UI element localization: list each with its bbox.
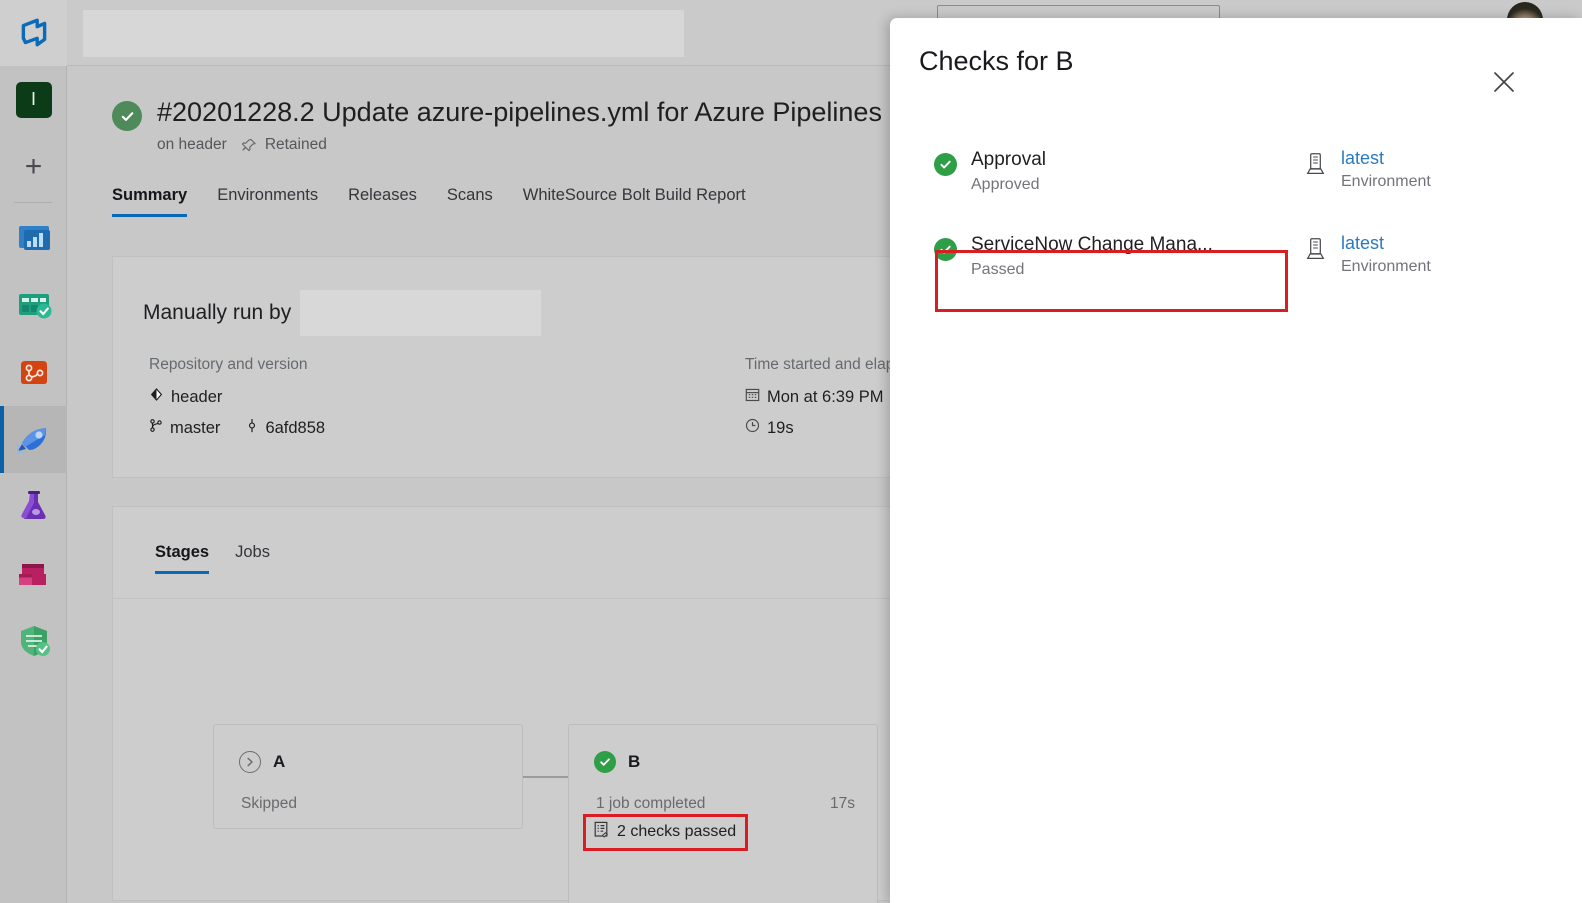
check-circle-icon: [594, 751, 616, 773]
project-initial: I: [15, 81, 52, 118]
environment-type: Environment: [1341, 173, 1431, 191]
repository-column-label: Repository and version: [149, 356, 308, 373]
sidebar-item-overview[interactable]: [0, 205, 67, 272]
create-new-button[interactable]: +: [0, 133, 67, 200]
tab-whitesource-bolt-build-report[interactable]: WhiteSource Bolt Build Report: [523, 186, 746, 217]
project-badge[interactable]: I: [0, 66, 67, 133]
environment-server-icon: [1305, 231, 1326, 266]
close-button[interactable]: [1482, 60, 1526, 104]
sidebar-item-artifacts[interactable]: [0, 540, 67, 607]
commit-icon: [246, 418, 258, 438]
environment-link[interactable]: latest: [1341, 231, 1431, 256]
manual-run-user: [300, 290, 542, 336]
stage-connector: [523, 776, 568, 778]
sidebar-item-advanced-security[interactable]: [0, 607, 67, 674]
checks-passed-badge[interactable]: 2 checks passed: [583, 814, 749, 851]
page-tabs: Summary Environments Releases Scans Whit…: [112, 186, 746, 217]
check-row[interactable]: ServiceNow Change Mana... Passed latest …: [890, 231, 1582, 295]
run-status-icon: [112, 101, 142, 131]
checks-passed-label: 2 checks passed: [617, 823, 737, 840]
run-subtitle: on header Retained: [157, 136, 327, 154]
version-value: master 6afd858: [149, 418, 344, 438]
stage-card-a[interactable]: A Skipped: [213, 724, 523, 829]
tab-stages[interactable]: Stages: [155, 543, 210, 574]
sidebar-item-pipelines[interactable]: [0, 406, 67, 473]
retained-label: Retained: [264, 136, 327, 153]
tab-scans[interactable]: Scans: [447, 186, 493, 217]
stage-b-header: B: [594, 751, 640, 773]
environment-server-icon: [1305, 146, 1326, 181]
check-resource: latest Environment: [1305, 231, 1431, 276]
check-circle-icon: [121, 111, 133, 121]
checks-flyout-panel: Checks for B Approval Approved latest En…: [890, 18, 1582, 903]
check-state: Approved: [971, 175, 1040, 193]
calendar-icon: [745, 387, 760, 407]
tab-releases[interactable]: Releases: [348, 186, 417, 217]
stage-a-header: A: [239, 751, 285, 773]
artifacts-icon: [18, 563, 46, 585]
shield-check-icon: [20, 625, 50, 656]
environment-link[interactable]: latest: [1341, 146, 1431, 171]
azure-devops-logo-icon: [21, 18, 46, 47]
commit-group[interactable]: 6afd858: [246, 418, 325, 438]
page-title: #20201228.2 Update azure-pipelines.yml f…: [157, 97, 882, 127]
environment-type: Environment: [1341, 258, 1431, 276]
check-resource: latest Environment: [1305, 146, 1431, 191]
stage-a-name: A: [273, 752, 286, 771]
panel-title: Checks for B: [919, 46, 1074, 76]
check-identity: Approval Approved: [934, 146, 1046, 194]
check-name: ServiceNow Change Mana...: [971, 234, 1213, 255]
tab-summary[interactable]: Summary: [112, 186, 188, 217]
azure-devops-logo[interactable]: [0, 0, 67, 66]
tab-jobs[interactable]: Jobs: [235, 543, 270, 574]
skipped-chevron-icon: [239, 751, 261, 773]
branch-group[interactable]: master: [149, 418, 220, 438]
repository-column: Repository and version header master 6af…: [149, 356, 344, 449]
azure-devops-pipeline-run-page: I + #20201228.2 Update azure-pipelines.y…: [0, 0, 1582, 903]
time-started: Mon at 6:39 PM: [767, 387, 884, 406]
repos-icon: [20, 360, 47, 384]
check-identity: ServiceNow Change Mana... Passed: [934, 231, 1213, 279]
pin-icon: [241, 138, 257, 153]
repository-name: header: [171, 387, 223, 406]
left-navigation-rail: I +: [0, 0, 67, 903]
close-icon: [1494, 72, 1514, 92]
clock-icon: [745, 418, 760, 438]
stages-card-tabs: Stages Jobs: [155, 543, 270, 574]
stage-b-status: 1 job completed: [596, 795, 706, 812]
check-circle-icon: [934, 238, 957, 261]
sidebar-item-test-plans[interactable]: [0, 473, 67, 540]
stage-b-duration: 17s: [830, 795, 855, 812]
check-circle-icon: [934, 153, 957, 176]
check-row[interactable]: Approval Approved latest Environment: [890, 146, 1582, 210]
manual-run-label: Manually run by: [143, 301, 292, 324]
stage-b-name: B: [628, 752, 641, 771]
checklist-icon: [593, 821, 609, 843]
pipelines-rocket-icon: [16, 427, 46, 453]
azure-repos-icon: [149, 387, 164, 407]
rail-divider: [14, 202, 52, 203]
sidebar-item-repos[interactable]: [0, 339, 67, 406]
sidebar-item-boards[interactable]: [0, 272, 67, 339]
run-title-row: #20201228.2 Update azure-pipelines.yml f…: [112, 96, 882, 131]
plus-icon: +: [24, 149, 43, 183]
branch-name: master: [170, 418, 221, 437]
branch-icon: [149, 418, 163, 438]
check-name: Approval: [971, 149, 1046, 170]
manual-run-row: Manually run by: [143, 290, 542, 336]
boards-icon: [18, 293, 51, 318]
repository-value[interactable]: header: [149, 387, 344, 407]
commit-sha: 6afd858: [265, 418, 326, 437]
stage-a-status: Skipped: [241, 795, 298, 812]
check-state: Passed: [971, 260, 1025, 278]
tab-environments[interactable]: Environments: [217, 186, 318, 217]
elapsed-time: 19s: [767, 418, 794, 437]
test-plans-flask-icon: [20, 490, 46, 519]
run-branch-label: on header: [157, 136, 227, 153]
overview-icon: [18, 225, 50, 250]
breadcrumb[interactable]: [83, 10, 684, 57]
